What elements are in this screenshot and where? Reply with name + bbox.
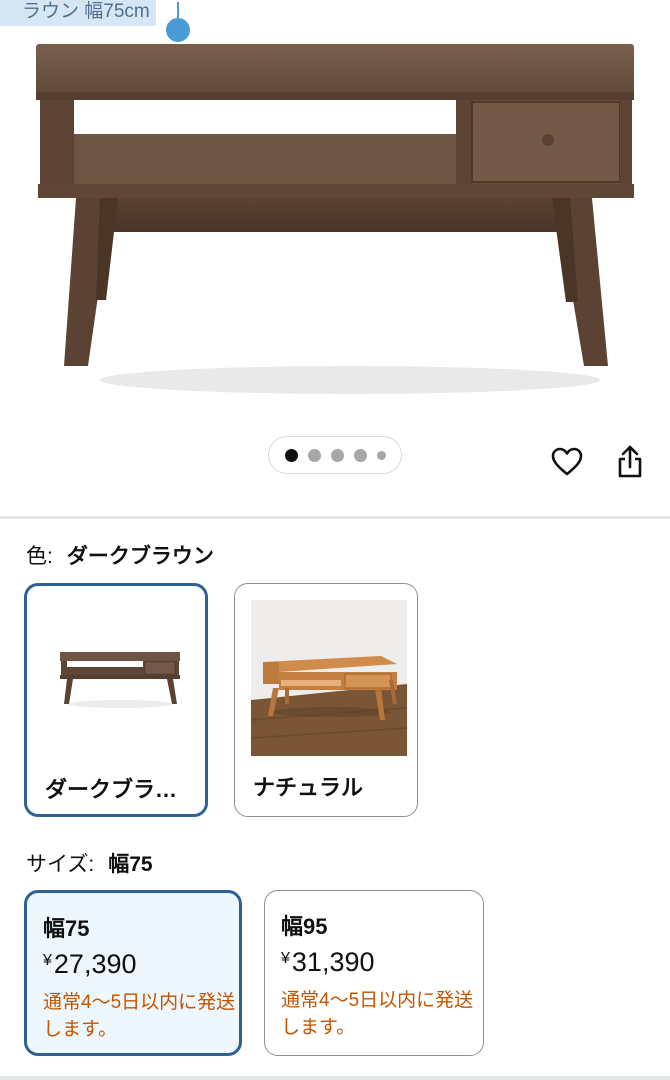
color-option-natural[interactable]: ナチュラル <box>234 583 418 817</box>
size-option-name: 幅75 <box>43 916 90 941</box>
color-option-label: ダークブラ… <box>45 777 178 802</box>
wishlist-button[interactable] <box>547 442 587 482</box>
carousel-dot[interactable] <box>284 448 298 462</box>
currency-symbol: ¥ <box>43 952 52 969</box>
size-option-price: ¥31,390 <box>281 947 375 978</box>
price-value: 27,390 <box>53 949 137 979</box>
image-carousel-dots[interactable] <box>268 436 402 474</box>
carousel-dot[interactable] <box>353 448 367 462</box>
color-label-row: 色: ダークブラウン <box>26 540 214 570</box>
share-icon <box>618 445 642 478</box>
shipping-info: 通常4～5日以内に発送します。 <box>281 990 474 1038</box>
color-label: 色: <box>26 545 53 568</box>
size-selected-value: 幅75 <box>108 853 153 876</box>
color-thumbnail <box>251 600 407 756</box>
bottom-divider <box>0 1076 670 1080</box>
carousel-dot[interactable] <box>376 450 386 460</box>
section-divider <box>0 516 670 519</box>
share-button[interactable] <box>610 442 650 482</box>
size-option-w95[interactable]: 幅95 ¥31,390 通常4～5日以内に発送します。 <box>264 890 484 1056</box>
size-option-name: 幅95 <box>281 914 328 939</box>
currency-symbol: ¥ <box>281 950 290 967</box>
carousel-dot[interactable] <box>307 448 321 462</box>
size-label: サイズ: <box>26 853 95 876</box>
product-image[interactable] <box>0 30 670 430</box>
carousel-dot[interactable] <box>330 448 344 462</box>
size-option-price: ¥27,390 <box>43 949 137 980</box>
color-option-dark-brown[interactable]: ダークブラ… <box>24 583 208 817</box>
color-thumbnail <box>60 652 180 708</box>
title-selection[interactable]: ラウン 幅75cm <box>0 0 156 26</box>
price-value: 31,390 <box>291 947 375 977</box>
size-label-row: サイズ: 幅75 <box>26 848 153 878</box>
color-option-label: ナチュラル <box>253 775 364 800</box>
size-option-w75[interactable]: 幅75 ¥27,390 通常4～5日以内に発送します。 <box>24 890 242 1056</box>
title-fragment: ラウン 幅75cm <box>22 1 150 22</box>
color-selected-value: ダークブラウン <box>66 545 214 568</box>
heart-icon <box>551 447 583 476</box>
shipping-info: 通常4～5日以内に発送します。 <box>43 992 236 1040</box>
